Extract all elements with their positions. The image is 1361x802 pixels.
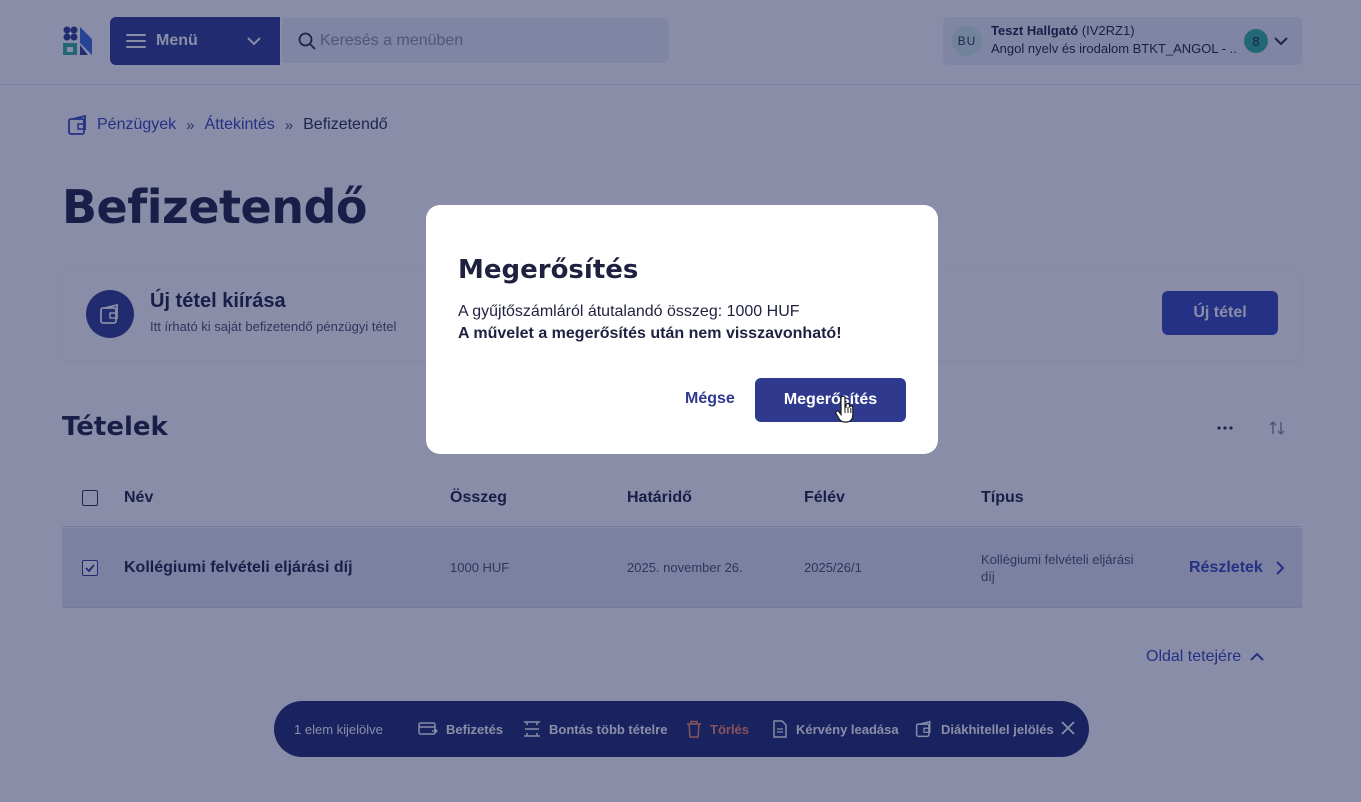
- confirm-button[interactable]: Megerősítés: [755, 378, 906, 422]
- confirmation-dialog: Megerősítés A gyűjtőszámláról átutalandó…: [426, 205, 938, 454]
- dialog-message: A gyűjtőszámláról átutalandó összeg: 100…: [458, 303, 800, 320]
- cancel-button[interactable]: Mégse: [685, 390, 735, 408]
- dialog-warning: A művelet a megerősítés után nem visszav…: [458, 325, 842, 342]
- dialog-title: Megerősítés: [458, 255, 639, 285]
- hand-pointer-cursor-icon: [835, 396, 854, 423]
